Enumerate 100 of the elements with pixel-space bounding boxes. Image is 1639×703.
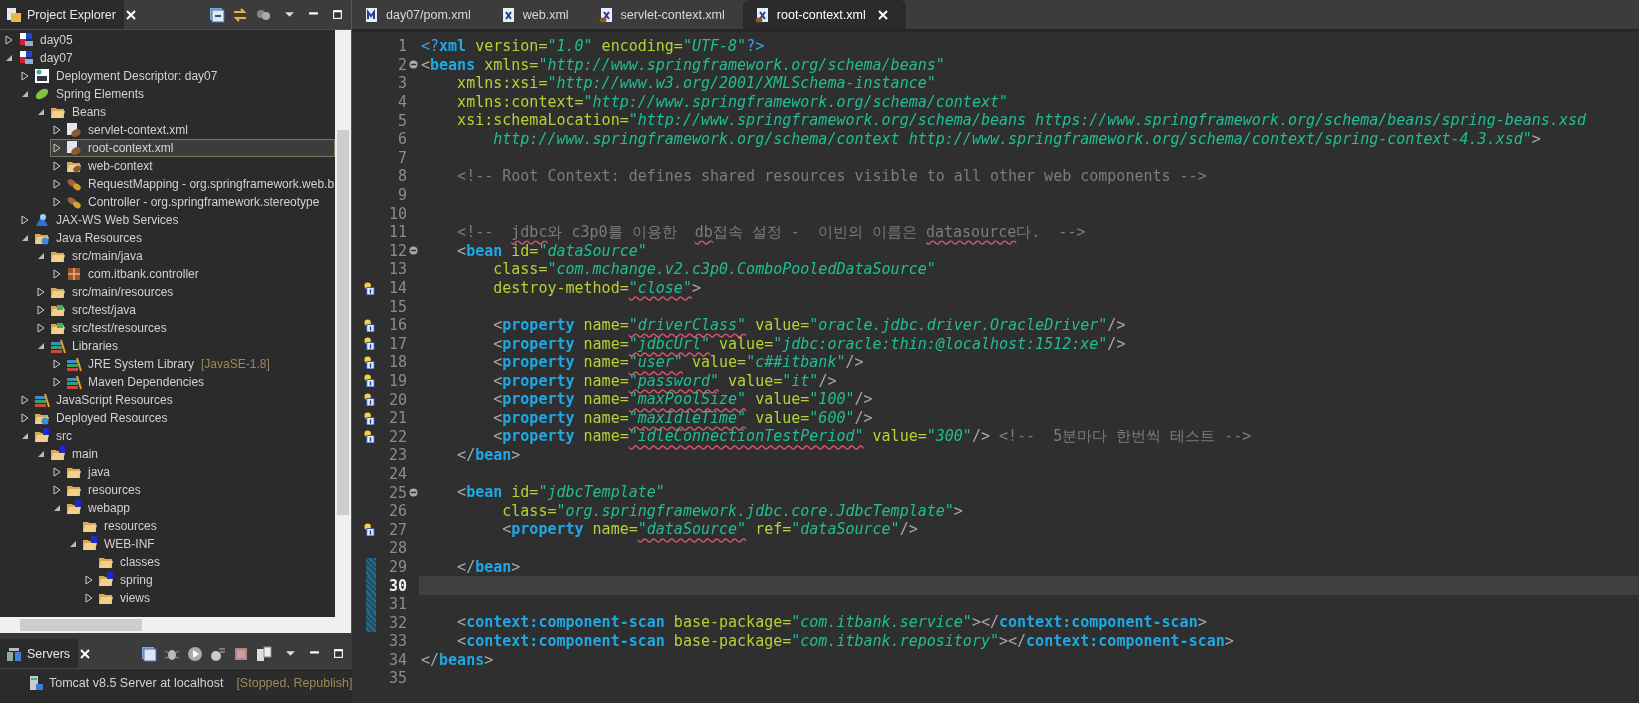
collapsed-icon[interactable]: [21, 215, 29, 225]
collapsed-icon[interactable]: [53, 143, 61, 153]
link-icon[interactable]: [232, 6, 248, 23]
tree-item[interactable]: spring: [82, 571, 154, 589]
expanded-icon[interactable]: [37, 342, 45, 350]
tree-item[interactable]: Libraries: [34, 337, 120, 355]
warning-icon[interactable]: [364, 523, 375, 537]
editor-tab[interactable]: root-context.xml: [742, 0, 906, 29]
collapsed-icon[interactable]: [53, 359, 61, 369]
warning-icon[interactable]: [364, 430, 375, 444]
tree-item[interactable]: Deployment Descriptor: day07: [18, 67, 219, 85]
tree-item[interactable]: web-context: [50, 157, 154, 175]
editor-tab[interactable]: day07/pom.xml: [352, 0, 489, 29]
tree-item[interactable]: Controller - org.springframework.stereotype: [50, 193, 321, 211]
tree-item[interactable]: Deployed Resources: [18, 409, 169, 427]
collapsed-icon[interactable]: [5, 35, 13, 45]
tree-item[interactable]: Beans: [34, 103, 108, 121]
collapsed-icon[interactable]: [37, 305, 45, 315]
tree-item[interactable]: servlet-context.xml: [50, 121, 190, 139]
collapsed-icon[interactable]: [37, 323, 45, 333]
code-line: <property name="driverClass" value="oracle.jdbc.driver.OracleDriver"/>: [492, 315, 1127, 335]
editor-tab[interactable]: servlet-context.xml: [586, 0, 743, 29]
maximize-icon[interactable]: [333, 648, 344, 659]
tree-item[interactable]: src/main/resources: [34, 283, 175, 301]
collapsed-icon[interactable]: [21, 413, 29, 423]
warning-icon[interactable]: [364, 374, 375, 388]
close-icon[interactable]: [125, 9, 136, 20]
close-icon[interactable]: [80, 648, 91, 659]
tree-item[interactable]: src: [18, 427, 73, 445]
books-icon: [34, 392, 50, 408]
expanded-icon[interactable]: [37, 252, 45, 260]
tree-item[interactable]: src/test/resources: [34, 319, 168, 337]
tree-item[interactable]: main: [34, 445, 99, 463]
tree-item[interactable]: Maven Dependencies: [50, 373, 206, 391]
collapsed-icon[interactable]: [53, 485, 61, 495]
view-menu-icon[interactable]: [284, 9, 295, 20]
tree-item[interactable]: Java Resources: [18, 229, 144, 247]
collapsed-icon[interactable]: [37, 287, 45, 297]
expanded-icon[interactable]: [5, 54, 13, 62]
vertical-scrollbar[interactable]: [335, 30, 351, 617]
collapsed-icon[interactable]: [53, 467, 61, 477]
warning-icon[interactable]: [364, 318, 375, 332]
fold-icon[interactable]: [408, 488, 418, 498]
stop-icon[interactable]: [233, 645, 249, 662]
view-tab[interactable]: Project Explorer: [0, 0, 124, 29]
server-item[interactable]: Tomcat v8.5 Server at localhost [Stopped, Republish]: [0, 669, 352, 691]
tree-item[interactable]: resources: [66, 517, 158, 535]
collapsed-icon[interactable]: [53, 269, 61, 279]
tree-item[interactable]: JRE System Library [JavaSE-1.8]: [50, 355, 271, 373]
collapsed-icon[interactable]: [53, 377, 61, 387]
tree-item[interactable]: Spring Elements: [18, 85, 146, 103]
tree-item[interactable]: java: [50, 463, 111, 481]
tree-item[interactable]: JavaScript Resources: [18, 391, 174, 409]
tree-item[interactable]: classes: [82, 553, 161, 571]
expanded-icon[interactable]: [21, 432, 29, 440]
tree-item[interactable]: src/main/java: [34, 247, 144, 265]
warning-icon[interactable]: [364, 393, 375, 407]
tree-item[interactable]: RequestMapping - org.springframework.web.b: [50, 175, 335, 193]
view-tab[interactable]: Servers: [0, 639, 79, 668]
collapsed-icon[interactable]: [21, 71, 29, 81]
collapsed-icon[interactable]: [53, 125, 61, 135]
expanded-icon[interactable]: [21, 90, 29, 98]
maximize-icon[interactable]: [332, 9, 343, 20]
tree-item[interactable]: root-context.xml: [50, 139, 335, 157]
collapsed-icon[interactable]: [53, 179, 61, 189]
collapsed-icon[interactable]: [53, 197, 61, 207]
tree-item[interactable]: JAX-WS Web Services: [18, 211, 180, 229]
tree-item[interactable]: webapp: [50, 499, 132, 517]
collapsed-icon[interactable]: [85, 575, 93, 585]
new-server-icon[interactable]: [141, 645, 157, 662]
publish-icon[interactable]: [256, 645, 272, 662]
tree-item[interactable]: day05: [2, 31, 74, 49]
package-icon: [66, 266, 82, 282]
code-line: destroy-method="close">: [492, 278, 702, 298]
collapse-all-icon[interactable]: [209, 6, 225, 23]
view-menu-icon[interactable]: [285, 648, 296, 659]
tree-item[interactable]: WEB-INF: [66, 535, 156, 553]
fold-icon[interactable]: [408, 246, 418, 256]
warning-icon[interactable]: [364, 281, 375, 295]
warning-icon[interactable]: [364, 411, 375, 425]
expanded-icon[interactable]: [53, 504, 61, 512]
tree-item[interactable]: resources: [50, 481, 142, 499]
collapsed-icon[interactable]: [53, 161, 61, 171]
collapsed-icon[interactable]: [21, 395, 29, 405]
close-icon[interactable]: [877, 9, 888, 20]
tree-item[interactable]: src/test/java: [34, 301, 138, 319]
expanded-icon[interactable]: [37, 108, 45, 116]
expanded-icon[interactable]: [37, 450, 45, 458]
warning-icon[interactable]: [364, 355, 375, 369]
expanded-icon[interactable]: [21, 234, 29, 242]
play-icon[interactable]: [187, 645, 203, 662]
fold-icon[interactable]: [408, 60, 418, 70]
tree-item[interactable]: day07: [2, 49, 74, 67]
collapsed-icon[interactable]: [85, 593, 93, 603]
warning-icon[interactable]: [364, 337, 375, 351]
editor-tab[interactable]: web.xml: [488, 0, 587, 29]
horizontal-scrollbar[interactable]: [0, 617, 351, 633]
tree-item[interactable]: com.itbank.controller: [50, 265, 200, 283]
expanded-icon[interactable]: [69, 540, 77, 548]
tree-item[interactable]: views: [82, 589, 151, 607]
